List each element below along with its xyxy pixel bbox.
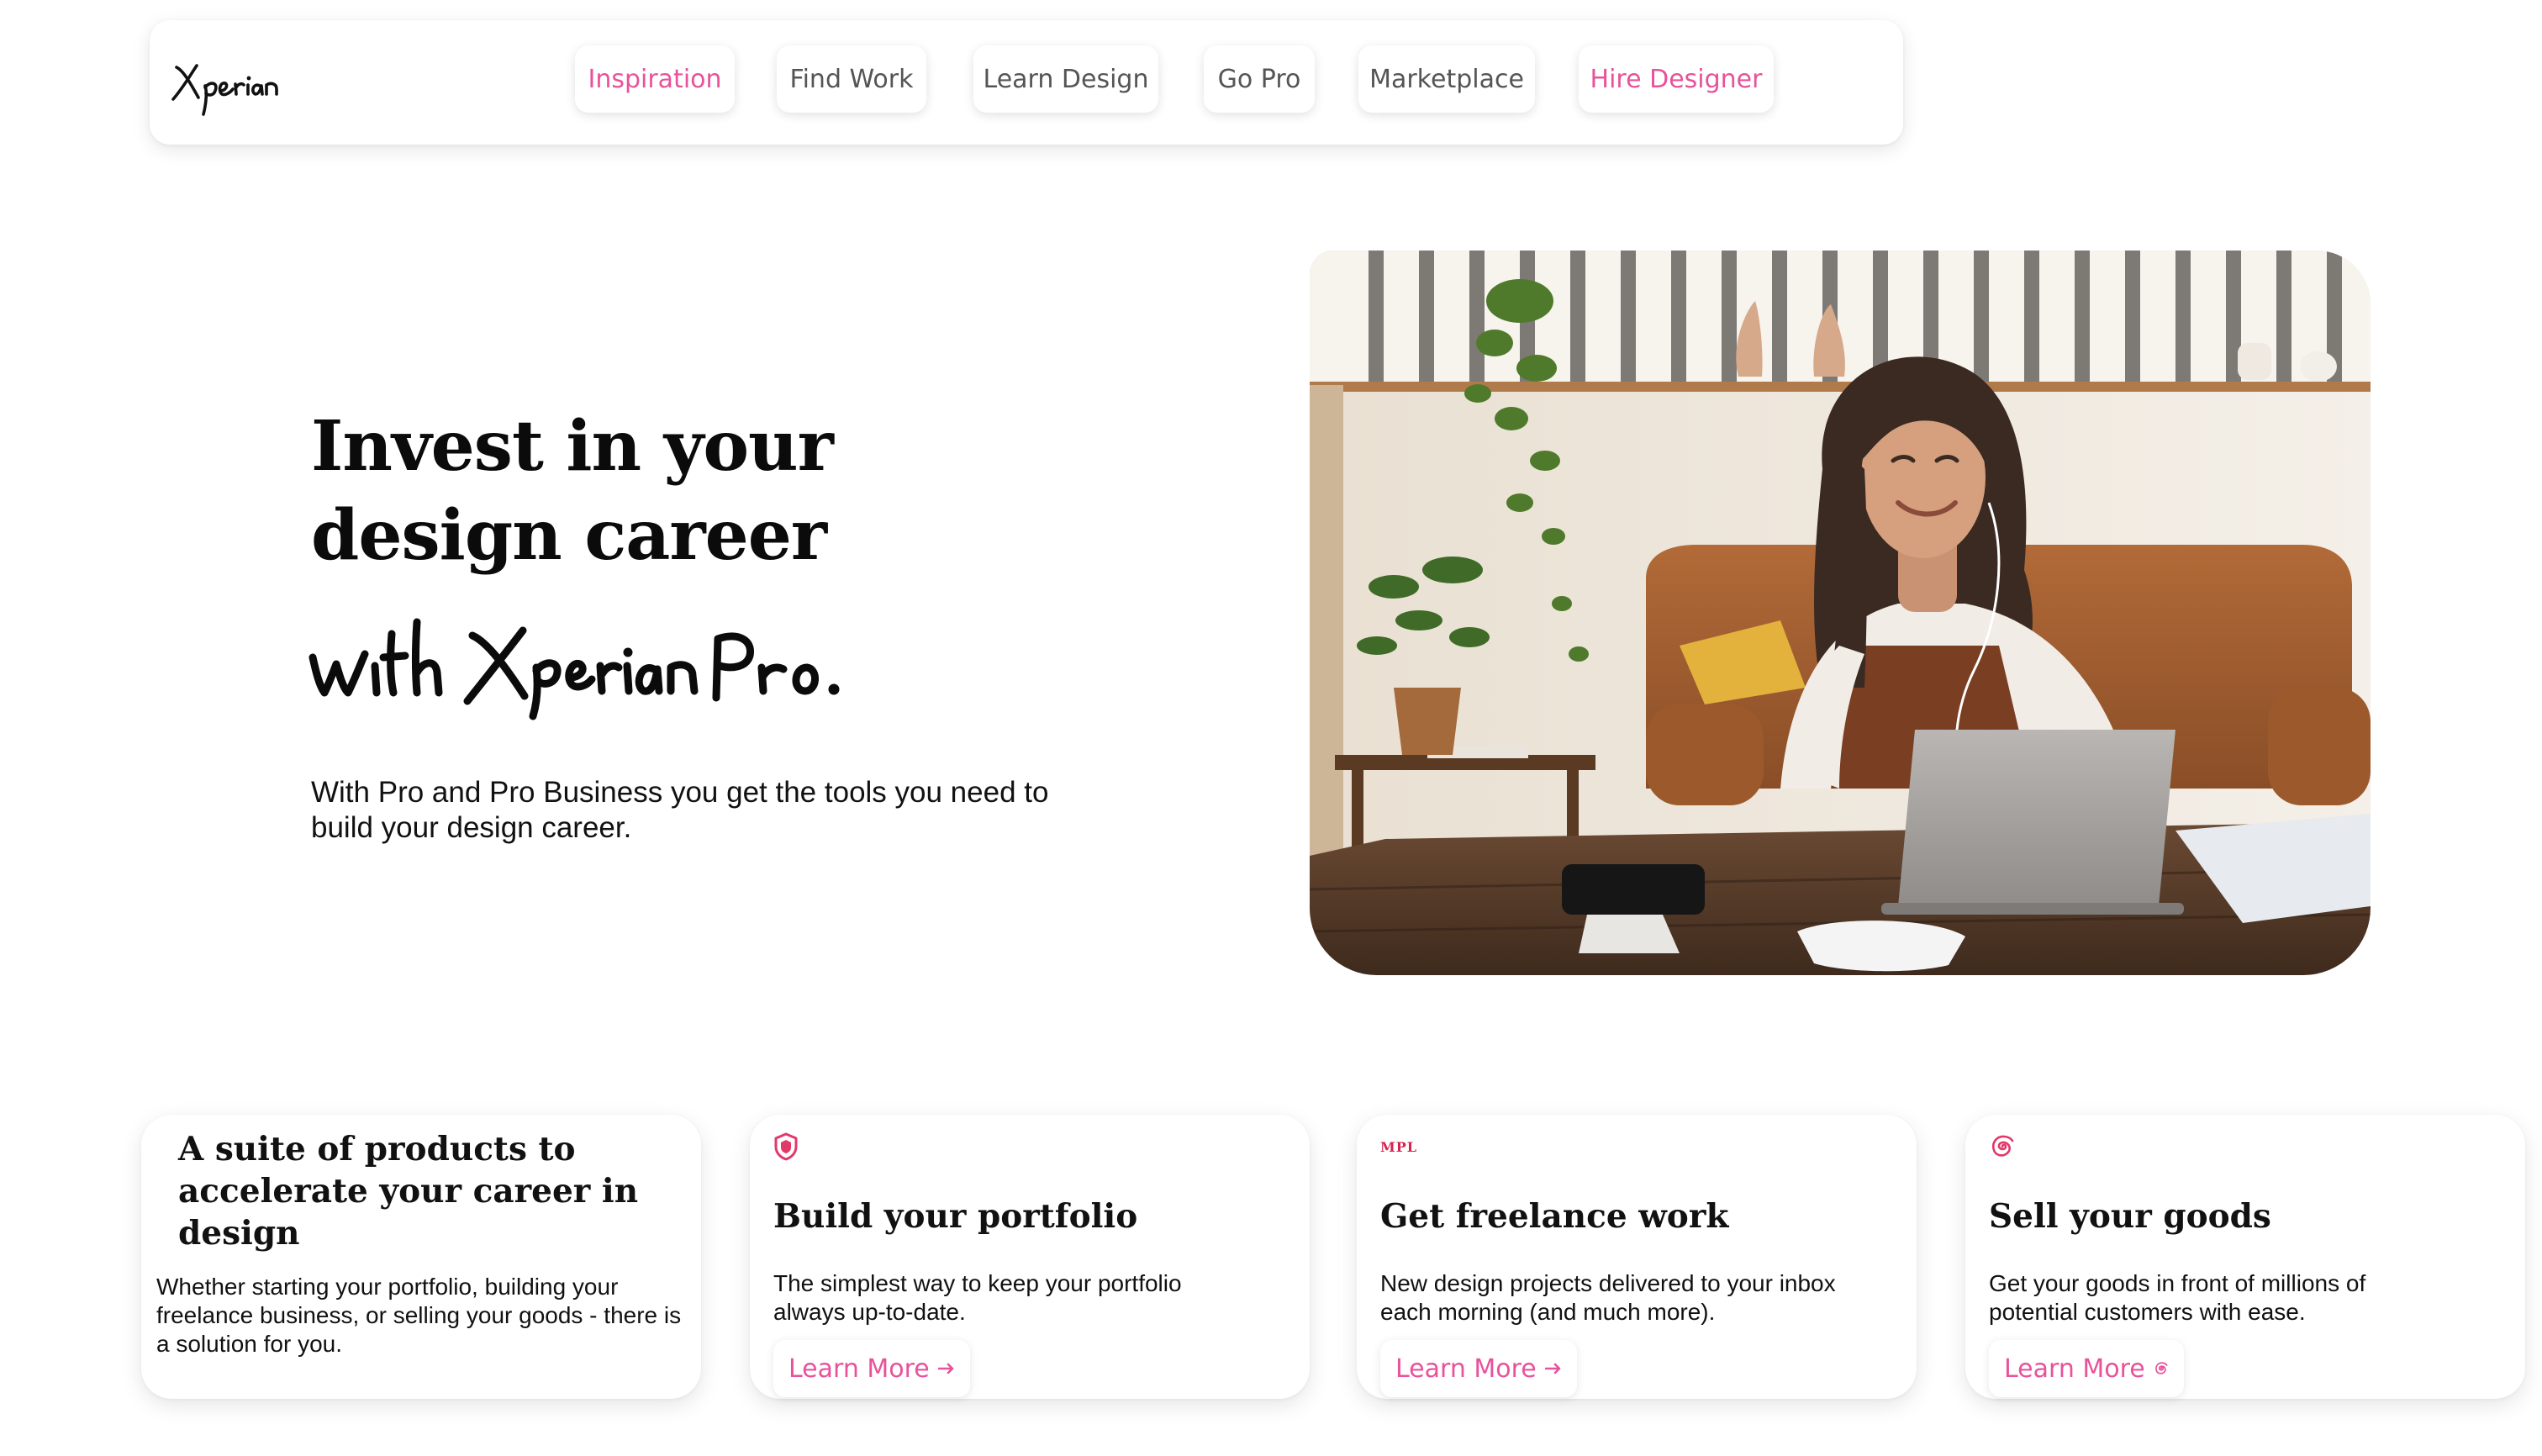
nav-learn-design[interactable]: Learn Design (973, 45, 1158, 113)
nav-inspiration[interactable]: Inspiration (575, 45, 735, 113)
mpl-logo-icon: MPL (1380, 1132, 1417, 1162)
feature-card-description: New design projects delivered to your in… (1380, 1270, 1836, 1325)
intro-card-description: Whether starting your portfolio, buildin… (156, 1274, 682, 1357)
arrow-right-icon (1544, 1363, 1562, 1374)
hero-subtitle: With Pro and Pro Business you get the to… (311, 776, 1049, 844)
nav-hire-designer[interactable]: Hire Designer (1579, 45, 1774, 113)
learn-more-button[interactable]: Learn More (1989, 1340, 2184, 1397)
hero-heading: Invest in your design career (311, 402, 1068, 580)
feature-card-description: The simplest way to keep your portfolio … (773, 1270, 1182, 1325)
woman-laptop-illustration (1310, 251, 2371, 975)
feature-card-goods: Sell your goods Get your goods in front … (1965, 1115, 2525, 1399)
feature-card-portfolio: Build your portfolio The simplest way to… (750, 1115, 1310, 1399)
feature-card-title: Sell your goods (1989, 1197, 2271, 1236)
hero-heading-line-1: Invest in your (311, 406, 834, 487)
learn-more-button[interactable]: Learn More (1380, 1340, 1577, 1397)
intro-card-title: A suite of products to accelerate your c… (178, 1130, 639, 1253)
learn-more-button[interactable]: Learn More (773, 1340, 970, 1397)
top-navbar: Inspiration Find Work Learn Design Go Pr… (150, 20, 1903, 145)
feature-card-freelance: MPL Get freelance work New design projec… (1357, 1115, 1917, 1399)
nav-go-pro[interactable]: Go Pro (1204, 45, 1315, 113)
feature-card-title: Get freelance work (1380, 1197, 1729, 1236)
hero-photo (1310, 251, 2371, 975)
mpl-logo-text: MPL (1380, 1138, 1417, 1155)
arrow-right-icon (937, 1363, 955, 1374)
feature-card-description: Get your goods in front of millions of p… (1989, 1270, 2366, 1325)
shield-icon (773, 1132, 799, 1162)
hero-heading-line-2: design career (311, 495, 827, 576)
hero-script-tagline (309, 618, 840, 720)
nav-marketplace[interactable]: Marketplace (1358, 45, 1535, 113)
feature-card-title: Build your portfolio (773, 1197, 1138, 1236)
learn-more-label: Learn More (1395, 1353, 1537, 1384)
nav-find-work[interactable]: Find Work (777, 45, 926, 113)
learn-more-label: Learn More (2004, 1353, 2145, 1384)
spiral-icon (2154, 1361, 2169, 1376)
intro-card: A suite of products to accelerate your c… (141, 1115, 701, 1399)
learn-more-label: Learn More (788, 1353, 930, 1384)
spiral-icon (1989, 1132, 2016, 1162)
xperian-logo[interactable] (165, 45, 299, 121)
